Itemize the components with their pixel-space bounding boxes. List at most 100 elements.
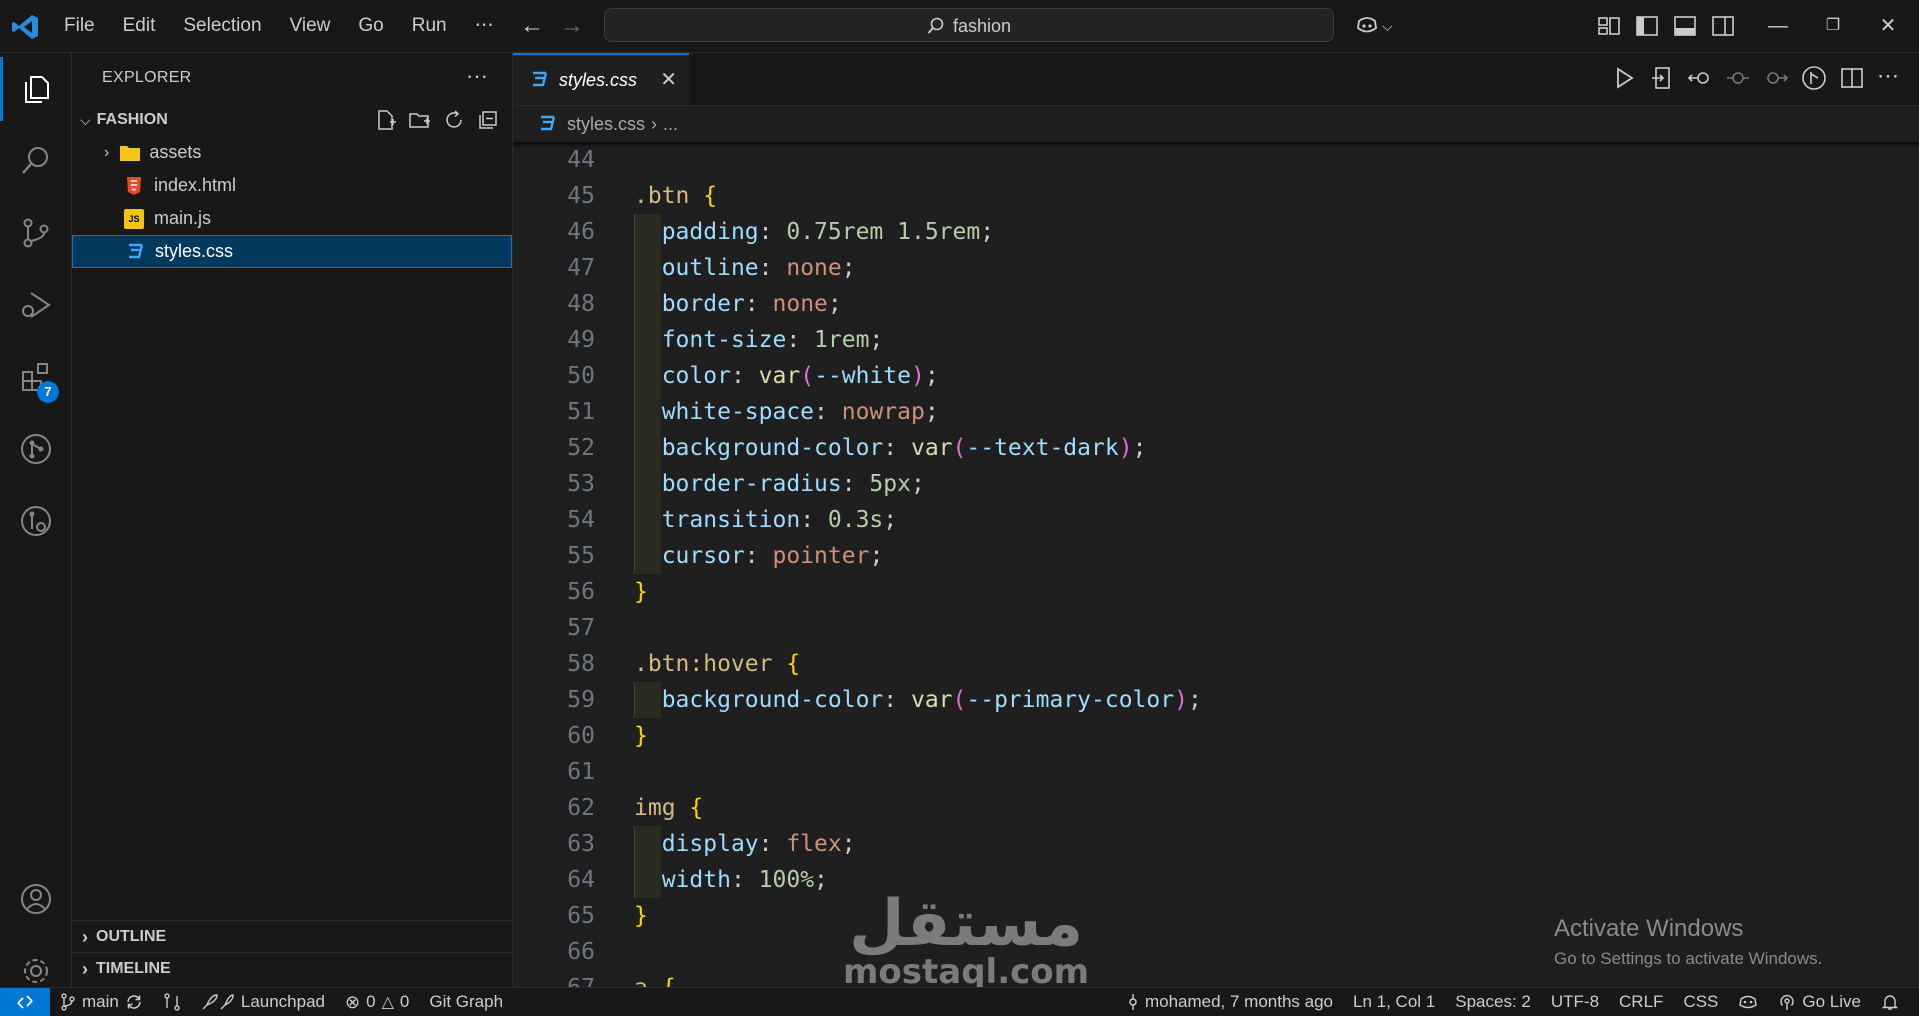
eol-status[interactable]: CRLF <box>1609 988 1673 1016</box>
collapse-all-icon[interactable] <box>476 108 500 132</box>
code-text: } <box>634 579 648 605</box>
search-view-icon[interactable] <box>0 129 71 193</box>
previous-change-icon[interactable] <box>1687 65 1713 91</box>
tree-item-assets[interactable]: › assets <box>72 136 512 169</box>
menu-view[interactable]: View <box>276 0 345 52</box>
tab-styles-css[interactable]: styles.css ✕ <box>513 53 689 105</box>
search-text: fashion <box>952 15 1012 36</box>
go-live-status[interactable]: Go Live <box>1768 988 1871 1016</box>
blame-status[interactable]: mohamed, 7 months ago <box>1117 988 1343 1016</box>
status-bar: main Launchpad ⊗ 0 △ 0 Git Graph mohamed… <box>0 987 1919 1016</box>
sync-icon[interactable] <box>125 993 143 1011</box>
git-graph-label: Git Graph <box>429 992 504 1011</box>
refresh-icon[interactable] <box>442 108 466 132</box>
new-file-icon[interactable] <box>374 108 398 132</box>
menu-edit[interactable]: Edit <box>109 0 170 52</box>
go-live-label: Go Live <box>1802 992 1861 1011</box>
git-graph-icon[interactable] <box>0 417 71 481</box>
tree-item-main-js[interactable]: JS main.js <box>72 202 512 235</box>
close-window-icon[interactable]: ✕ <box>1873 12 1903 40</box>
git-commit-icon <box>1129 994 1137 1010</box>
close-tab-icon[interactable]: ✕ <box>660 67 677 92</box>
code-text: padding: 0.75rem 1.5rem; <box>661 219 995 245</box>
code-editor[interactable]: 44 45 .btn { 46 padding: 0.75rem 1.5rem; … <box>513 142 1919 987</box>
split-editor-icon[interactable] <box>1839 65 1865 91</box>
menu-more[interactable]: ⋯ <box>461 0 508 52</box>
error-count: 0 <box>366 992 376 1011</box>
folder-header[interactable]: ⌵ FASHION <box>72 106 512 134</box>
code-line: 63 display: flex; <box>513 826 1913 862</box>
explorer-icon[interactable] <box>0 57 71 121</box>
accounts-icon[interactable] <box>0 867 71 931</box>
outline-section[interactable]: › OUTLINE <box>72 920 512 953</box>
chevron-right-icon: › <box>82 926 88 947</box>
timeline-section[interactable]: › TIMELINE <box>72 952 512 985</box>
branch-status[interactable]: main <box>50 988 153 1016</box>
toggle-secondary-sidebar-icon[interactable] <box>1710 13 1736 39</box>
code-line: 55 cursor: pointer; <box>513 538 1913 574</box>
launchpad-status[interactable]: Launchpad <box>191 988 335 1016</box>
git-compare-icon <box>164 993 180 1011</box>
code-line: 64 width: 100%; <box>513 862 1913 898</box>
code-line: 45 .btn { <box>513 178 1913 214</box>
toggle-primary-sidebar-icon[interactable] <box>1634 13 1660 39</box>
warning-icon: △ <box>381 994 394 1011</box>
code-text: .btn:hover { <box>634 651 801 677</box>
menu-file[interactable]: File <box>52 0 109 52</box>
explorer-more-icon[interactable]: ··· <box>466 63 488 89</box>
menu-selection[interactable]: Selection <box>169 0 275 52</box>
line-number: 65 <box>567 903 595 929</box>
toggle-panel-icon[interactable] <box>1672 13 1698 39</box>
tree-item-label: assets <box>149 142 202 162</box>
git-compare-status[interactable] <box>153 988 191 1016</box>
minimize-icon[interactable]: — <box>1763 12 1793 40</box>
forward-arrow-icon[interactable]: → <box>558 12 586 40</box>
breadcrumb-symbol[interactable]: ... <box>663 114 678 135</box>
command-center-search[interactable]: fashion <box>604 8 1334 42</box>
encoding-text: UTF-8 <box>1550 992 1600 1011</box>
outline-label: OUTLINE <box>96 928 167 945</box>
code-text: white-space: nowrap; <box>661 399 939 425</box>
gitlens-icon[interactable] <box>0 489 71 553</box>
line-number: 52 <box>567 435 595 461</box>
commit-icon[interactable] <box>1725 65 1751 91</box>
cursor-position[interactable]: Ln 1, Col 1 <box>1343 988 1445 1016</box>
git-graph-file-icon[interactable] <box>1801 65 1827 91</box>
menu-run[interactable]: Run <box>398 0 461 52</box>
error-icon: ⊗ <box>345 991 361 1012</box>
encoding-status[interactable]: UTF-8 <box>1541 988 1609 1016</box>
language-mode[interactable]: CSS <box>1673 988 1728 1016</box>
code-line: 59 background-color: var(--primary-color… <box>513 682 1913 718</box>
tree-item-styles-css[interactable]: styles.css <box>72 235 512 268</box>
notifications-status[interactable] <box>1871 988 1909 1016</box>
problems-status[interactable]: ⊗ 0 △ 0 <box>335 988 419 1016</box>
customize-layout-icon[interactable] <box>1596 13 1622 39</box>
copilot-status[interactable] <box>1728 988 1768 1016</box>
line-number: 45 <box>567 183 595 209</box>
source-control-icon[interactable] <box>0 201 71 265</box>
line-number: 48 <box>567 291 595 317</box>
run-icon[interactable] <box>1611 65 1637 91</box>
tree-item-index-html[interactable]: index.html <box>72 169 512 202</box>
restore-icon[interactable]: ❐ <box>1818 12 1848 40</box>
remote-indicator[interactable] <box>0 988 50 1016</box>
breadcrumb-file[interactable]: styles.css <box>567 114 645 135</box>
new-folder-icon[interactable] <box>408 108 432 132</box>
extensions-icon[interactable]: 7 <box>0 345 71 409</box>
more-actions-icon[interactable]: ⋯ <box>1877 65 1899 91</box>
open-changes-icon[interactable] <box>1649 65 1675 91</box>
code-line: 61 <box>513 754 1913 790</box>
css3-icon <box>533 71 548 87</box>
copilot-chevron-down-icon[interactable]: ⌵ <box>1382 13 1408 39</box>
indentation-status[interactable]: Spaces: 2 <box>1445 988 1541 1016</box>
back-arrow-icon[interactable]: ← <box>518 12 546 40</box>
code-line: 51 white-space: nowrap; <box>513 394 1913 430</box>
line-number: 46 <box>567 219 595 245</box>
vscode-logo-icon <box>12 15 38 39</box>
code-text: .btn { <box>634 183 718 209</box>
run-and-debug-icon[interactable] <box>0 273 71 337</box>
menu-go[interactable]: Go <box>344 0 397 52</box>
git-graph-status[interactable]: Git Graph <box>419 988 513 1016</box>
copilot-icon[interactable] <box>1354 13 1380 39</box>
next-change-icon[interactable] <box>1763 65 1789 91</box>
